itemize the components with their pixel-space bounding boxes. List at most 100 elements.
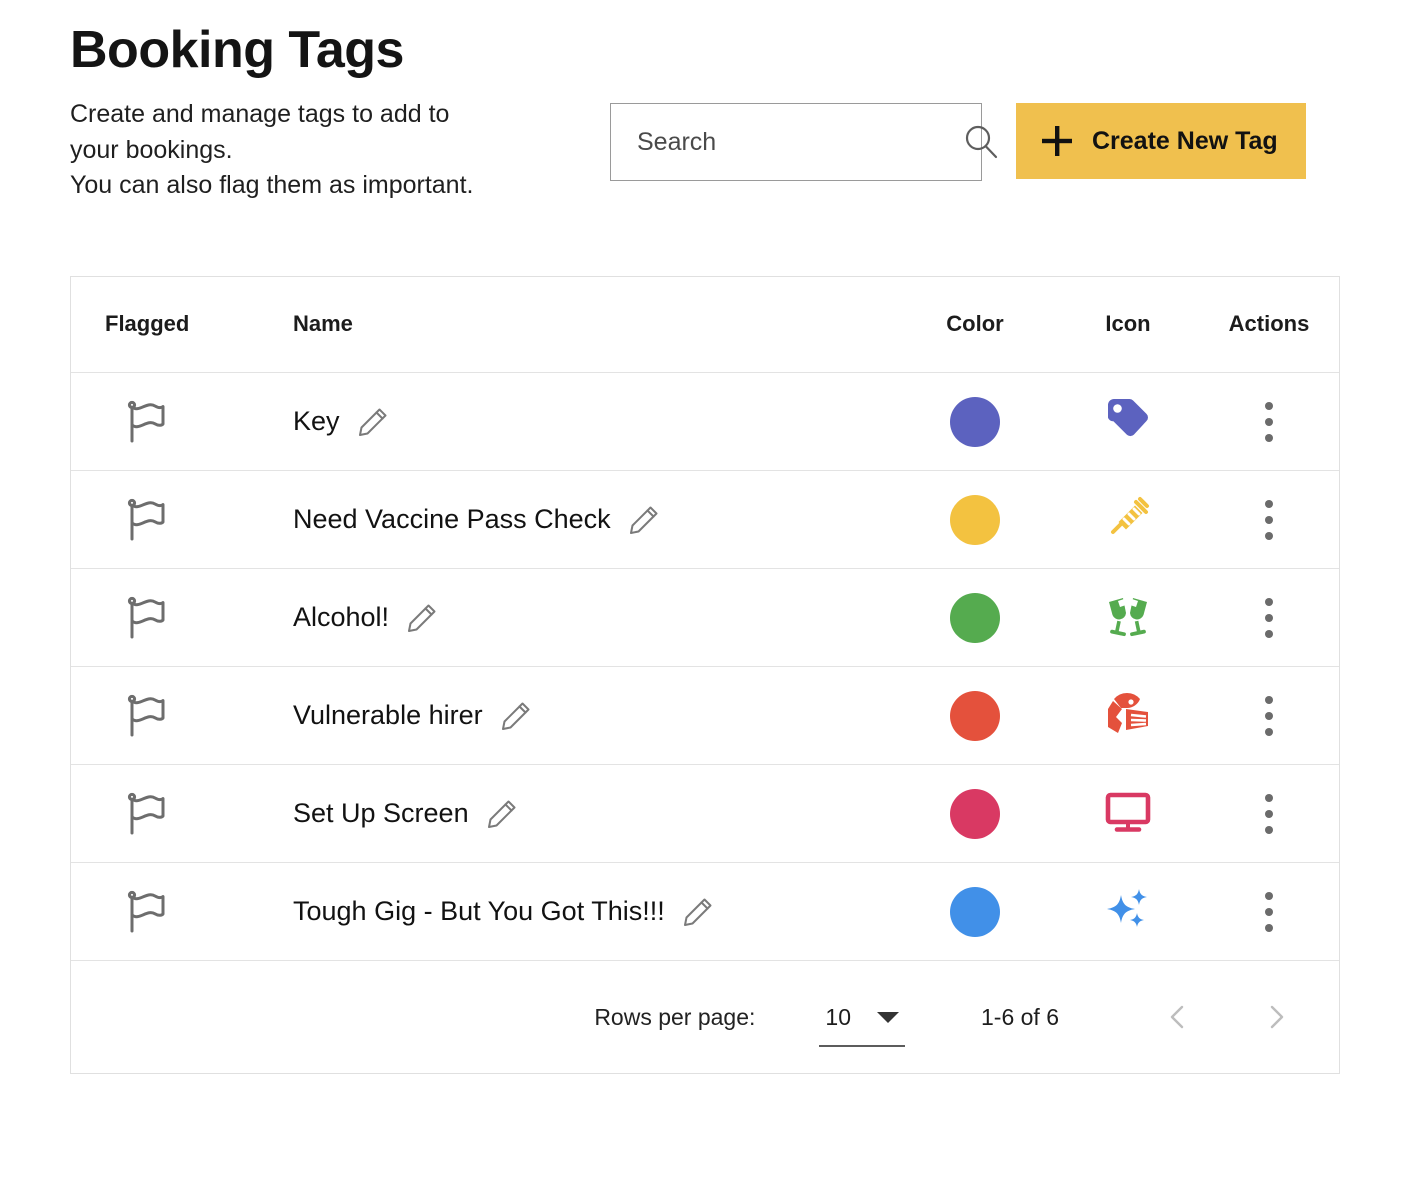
table-body: Key Need Vaccine Pass Check Alcohol! Vul… [71, 372, 1339, 962]
table-row: Need Vaccine Pass Check [71, 470, 1339, 570]
rows-per-page-select[interactable]: 10 [819, 1004, 905, 1047]
cell-flagged [71, 568, 293, 668]
color-swatch [950, 592, 1000, 643]
cell-color [893, 764, 1057, 864]
more-vertical-icon[interactable] [1265, 891, 1273, 932]
tag-icon-slot [1100, 693, 1156, 745]
color-swatch [950, 494, 1000, 545]
flag-outline-icon [127, 694, 165, 737]
chevron-down-icon [877, 1011, 899, 1023]
cell-name: Alcohol! [293, 568, 893, 668]
pencil-icon[interactable] [485, 797, 519, 831]
cell-flagged [71, 470, 293, 570]
rows-per-page-value: 10 [825, 1003, 851, 1030]
cell-name: Vulnerable hirer [293, 666, 893, 766]
search-box[interactable] [610, 103, 998, 182]
pencil-icon[interactable] [627, 503, 661, 537]
table-row: Vulnerable hirer [71, 666, 1339, 766]
tag-name-label: Need Vaccine Pass Check [293, 504, 611, 535]
chevron-right-icon [1270, 1005, 1284, 1029]
pencil-icon[interactable] [356, 405, 390, 439]
syringe-icon [1111, 497, 1149, 535]
paginator: Rows per page: 10 1-6 of 6 [71, 961, 1339, 1073]
table-row: Tough Gig - But You Got This!!! [71, 862, 1339, 962]
cell-flagged [71, 862, 293, 962]
column-header-icon: Icon [1057, 276, 1199, 374]
champagne-glasses-icon [1109, 598, 1147, 637]
sparkles-icon [1107, 889, 1147, 928]
cell-icon [1057, 372, 1199, 472]
flag-toggle[interactable] [71, 886, 293, 938]
cell-color [893, 568, 1057, 668]
tag-icon-slot [1100, 889, 1156, 941]
more-vertical-icon[interactable] [1265, 499, 1273, 540]
tag-name-label: Tough Gig - But You Got This!!! [293, 896, 665, 927]
create-new-tag-button[interactable]: Create New Tag [1016, 103, 1306, 180]
pencil-icon[interactable] [681, 895, 715, 929]
column-header-color: Color [893, 276, 1057, 374]
more-vertical-icon[interactable] [1265, 597, 1273, 638]
header-tools: Create New Tag [610, 103, 1306, 182]
flag-outline-icon [127, 792, 165, 835]
table-row: Set Up Screen [71, 764, 1339, 864]
pencil-icon[interactable] [499, 699, 533, 733]
cell-name: Set Up Screen [293, 764, 893, 864]
cell-actions [1199, 666, 1339, 766]
tags-table: Flagged Name Color Icon Actions Key Need… [71, 276, 1339, 962]
create-new-tag-label: Create New Tag [1092, 126, 1278, 155]
flag-outline-icon [127, 400, 165, 443]
pagination-range-label: 1-6 of 6 [981, 1003, 1059, 1030]
tag-icon-slot [1100, 792, 1156, 843]
cell-icon [1057, 666, 1199, 766]
page-title: Booking Tags [70, 21, 404, 79]
subtitle-line-2: your bookings. [70, 135, 233, 164]
flag-toggle[interactable] [71, 494, 293, 546]
header-row: Create and manage tags to add to your bo… [70, 97, 1340, 204]
cell-name: Key [293, 372, 893, 472]
tag-icon-slot [1100, 598, 1156, 647]
cell-flagged [71, 372, 293, 472]
more-vertical-icon[interactable] [1265, 401, 1273, 442]
search-icon[interactable] [961, 122, 1001, 162]
search-input[interactable] [635, 126, 961, 158]
more-vertical-icon[interactable] [1265, 695, 1273, 736]
flag-toggle[interactable] [71, 396, 293, 448]
page-subtitle: Create and manage tags to add to your bo… [70, 97, 610, 204]
cell-name: Tough Gig - But You Got This!!! [293, 862, 893, 962]
pencil-icon[interactable] [405, 601, 439, 635]
table-header: Flagged Name Color Icon Actions [71, 276, 1339, 374]
cell-flagged [71, 666, 293, 766]
tag-icon [1108, 399, 1148, 437]
cell-actions [1199, 470, 1339, 570]
cell-color [893, 862, 1057, 962]
booking-tags-page: Booking Tags Create and manage tags to a… [0, 21, 1410, 1075]
tag-name-label: Key [293, 406, 340, 437]
subtitle-line-1: Create and manage tags to add to [70, 100, 450, 129]
color-swatch [950, 396, 1000, 447]
cell-icon [1057, 764, 1199, 864]
flag-outline-icon [127, 498, 165, 541]
column-header-name: Name [293, 276, 893, 374]
column-header-actions: Actions [1199, 276, 1339, 374]
cell-actions [1199, 372, 1339, 472]
next-page-button[interactable] [1249, 990, 1303, 1044]
color-swatch [950, 788, 1000, 839]
flag-toggle[interactable] [71, 690, 293, 742]
table-row: Alcohol! [71, 568, 1339, 668]
tag-icon-slot [1100, 497, 1156, 549]
flag-toggle[interactable] [71, 592, 293, 644]
cell-icon [1057, 568, 1199, 668]
cell-icon [1057, 470, 1199, 570]
tags-table-container: Flagged Name Color Icon Actions Key Need… [70, 275, 1340, 1075]
plus-icon [1040, 124, 1074, 158]
tag-name-label: Alcohol! [293, 602, 390, 633]
flag-toggle[interactable] [71, 788, 293, 840]
previous-page-button[interactable] [1151, 990, 1205, 1044]
more-vertical-icon[interactable] [1265, 793, 1273, 834]
face-mask-icon [1108, 693, 1148, 734]
column-header-flagged: Flagged [71, 276, 293, 374]
chevron-left-icon [1170, 1005, 1184, 1029]
flag-outline-icon [127, 596, 165, 639]
cell-actions [1199, 568, 1339, 668]
cell-color [893, 666, 1057, 766]
